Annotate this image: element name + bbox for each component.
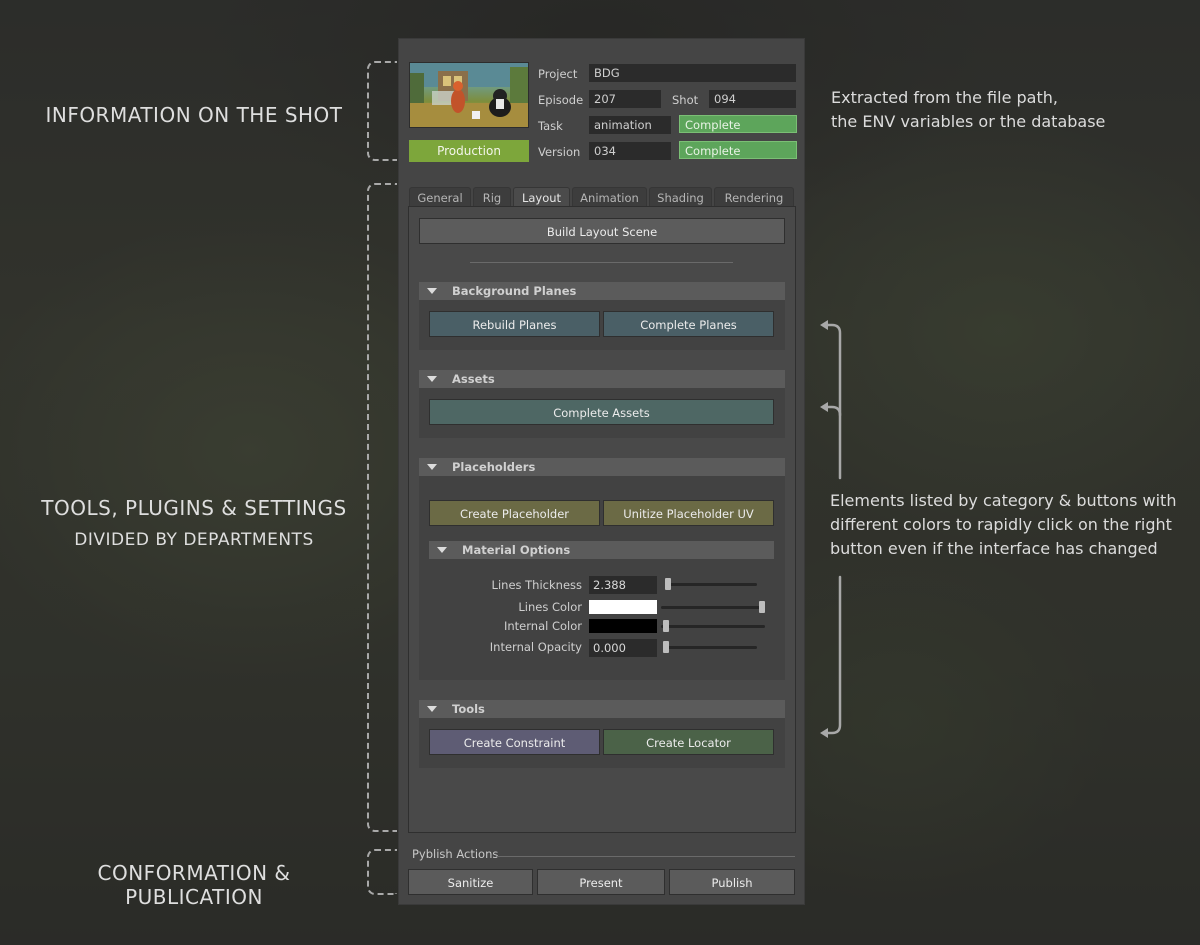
task-label: Task: [538, 119, 563, 133]
create-placeholder-button[interactable]: Create Placeholder: [429, 500, 600, 526]
assets-body: Complete Assets: [419, 388, 785, 438]
tab-rig[interactable]: Rig: [473, 187, 511, 207]
bracket-publication: [367, 849, 397, 895]
create-locator-button[interactable]: Create Locator: [603, 729, 774, 755]
caption-tools: TOOLS, PLUGINS & SETTINGS: [41, 496, 347, 520]
lines-color-slider[interactable]: [661, 606, 765, 609]
pipeline-panel: Project BDG Episode 207 Shot 094 Task an…: [398, 38, 805, 905]
section-title: Material Options: [462, 543, 571, 557]
publish-button[interactable]: Publish: [669, 869, 795, 895]
lines-color-slider-handle[interactable]: [759, 601, 765, 613]
tab-rendering[interactable]: Rendering: [714, 187, 794, 207]
shot-thumbnail: [409, 62, 529, 128]
caption-shot-info: INFORMATION ON THE SHOT: [45, 103, 343, 127]
internal-color-slider[interactable]: [661, 625, 765, 628]
section-title: Assets: [452, 372, 495, 386]
lines-thickness-slider[interactable]: [665, 583, 757, 586]
internal-color-slider-handle[interactable]: [663, 620, 669, 632]
caption-publication: CONFORMATION & PUBLICATION: [97, 861, 291, 909]
lines-thickness-field[interactable]: 2.388: [589, 576, 657, 594]
collapse-triangle-icon: [427, 376, 437, 382]
internal-color-swatch[interactable]: [589, 619, 657, 633]
internal-opacity-label: Internal Opacity: [489, 640, 582, 654]
tools-body: Create Constraint Create Locator: [419, 718, 785, 768]
caption-tools-sub: DIVIDED BY DEPARTMENTS: [74, 530, 314, 550]
note-elements-3: button even if the interface has changed: [830, 539, 1158, 558]
version-status-badge: Complete: [679, 141, 797, 159]
shot-label: Shot: [672, 93, 699, 107]
build-layout-scene-button[interactable]: Build Layout Scene: [419, 218, 785, 244]
collapse-triangle-icon: [427, 288, 437, 294]
separator: [470, 262, 733, 263]
internal-opacity-slider-handle[interactable]: [663, 641, 669, 653]
episode-label: Episode: [538, 93, 584, 107]
section-tools[interactable]: Tools: [419, 700, 785, 718]
complete-planes-button[interactable]: Complete Planes: [603, 311, 774, 337]
separator: [497, 856, 795, 857]
task-field[interactable]: animation: [589, 116, 671, 134]
tab-shading[interactable]: Shading: [649, 187, 712, 207]
shot-field[interactable]: 094: [709, 90, 796, 108]
section-material-options[interactable]: Material Options: [429, 541, 774, 559]
internal-opacity-field[interactable]: 0.000: [589, 639, 657, 657]
lines-color-swatch[interactable]: [589, 600, 657, 614]
bracket-shot-info: [367, 61, 397, 161]
tab-layout[interactable]: Layout: [513, 187, 570, 208]
section-background-planes[interactable]: Background Planes: [419, 282, 785, 300]
bracket-tools: [367, 183, 397, 832]
complete-assets-button[interactable]: Complete Assets: [429, 399, 774, 425]
internal-opacity-slider[interactable]: [665, 646, 757, 649]
version-label: Version: [538, 145, 581, 159]
layout-tab-content: Build Layout Scene Background Planes Reb…: [408, 206, 796, 833]
collapse-triangle-icon: [437, 547, 447, 553]
sanitize-button[interactable]: Sanitize: [408, 869, 533, 895]
lines-color-label: Lines Color: [518, 600, 582, 614]
section-placeholders[interactable]: Placeholders: [419, 458, 785, 476]
placeholders-body: Create Placeholder Unitize Placeholder U…: [419, 476, 785, 680]
background-planes-body: Rebuild Planes Complete Planes: [419, 300, 785, 350]
collapse-triangle-icon: [427, 464, 437, 470]
section-assets[interactable]: Assets: [419, 370, 785, 388]
version-field[interactable]: 034: [589, 142, 671, 160]
project-field[interactable]: BDG: [589, 64, 796, 82]
note-elements-1: Elements listed by category & buttons wi…: [830, 491, 1177, 510]
rebuild-planes-button[interactable]: Rebuild Planes: [429, 311, 600, 337]
tab-general[interactable]: General: [409, 187, 471, 207]
project-label: Project: [538, 67, 578, 81]
section-title: Tools: [452, 702, 485, 716]
category-arrows-icon: [820, 320, 842, 738]
lines-thickness-label: Lines Thickness: [491, 578, 582, 592]
create-constraint-button[interactable]: Create Constraint: [429, 729, 600, 755]
present-button[interactable]: Present: [537, 869, 665, 895]
section-title: Placeholders: [452, 460, 536, 474]
note-extracted-1: Extracted from the file path,: [831, 88, 1058, 107]
internal-color-label: Internal Color: [503, 619, 582, 633]
unitize-placeholder-uv-button[interactable]: Unitize Placeholder UV: [603, 500, 774, 526]
section-title: Background Planes: [452, 284, 577, 298]
shot-thumbnail-image: [410, 63, 528, 127]
task-status-badge: Complete: [679, 115, 797, 133]
collapse-triangle-icon: [427, 706, 437, 712]
pyblish-actions-label: Pyblish Actions: [412, 847, 499, 861]
episode-field[interactable]: 207: [589, 90, 661, 108]
lines-thickness-slider-handle[interactable]: [665, 578, 671, 590]
note-extracted-2: the ENV variables or the database: [831, 112, 1106, 131]
note-elements-2: different colors to rapidly click on the…: [830, 515, 1172, 534]
tab-animation[interactable]: Animation: [572, 187, 647, 207]
production-button[interactable]: Production: [409, 140, 529, 162]
